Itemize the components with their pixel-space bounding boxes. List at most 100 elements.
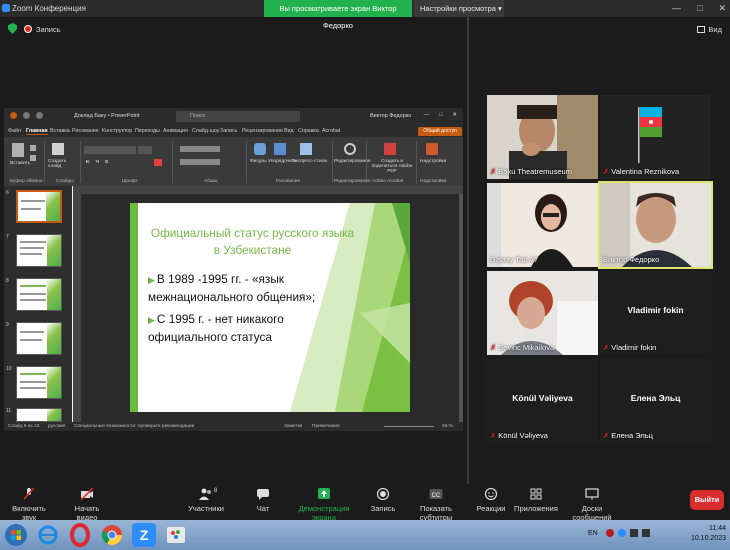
undo-icon[interactable] [36,112,43,119]
apps-button[interactable]: Приложения [514,488,558,513]
paste-icon[interactable] [12,143,24,157]
chrome-icon[interactable] [100,523,124,547]
tray-app-icon[interactable] [606,529,614,537]
view-settings-button[interactable]: Настройки просмотра ▾ [414,0,504,17]
close-button[interactable]: ✕ [718,3,726,14]
shapes-label[interactable]: Фигуры [250,159,267,164]
window-controls: — □ ✕ [672,3,726,14]
slide-thumbnail[interactable] [16,322,62,355]
tab-record[interactable]: Запись [220,128,237,134]
editor-scrollbar[interactable] [459,194,463,422]
ppt-minimize-icon[interactable]: — [424,112,430,118]
copy-icon[interactable] [30,155,36,161]
recording-label[interactable]: Запись [36,25,61,34]
ppt-share-button[interactable]: Общий доступ [418,127,462,136]
participant-tile-active-speaker[interactable]: Виктор Федорко [598,181,713,269]
show-captions-button[interactable]: CC Показать субтитры [406,488,466,522]
tab-view[interactable]: Вид [284,128,294,134]
slide-thumbnail[interactable] [16,278,62,311]
font-family-select[interactable] [84,146,136,154]
accessibility-status[interactable]: Специальные возможности: проверьте реком… [74,424,194,429]
acrobat-pdf-icon[interactable] [384,143,396,155]
tab-draw[interactable]: Рисование [72,128,99,134]
tab-insert[interactable]: Вставка [50,128,70,134]
ppt-search-box[interactable]: Поиск [176,111,300,122]
tab-help[interactable]: Справка [298,128,319,134]
slide-thumbnail[interactable] [16,408,62,422]
ppt-maximize-icon[interactable]: □ [439,112,442,118]
slide-thumbnail[interactable] [16,366,62,399]
view-button[interactable]: Вид [697,25,722,34]
opera-icon[interactable] [68,523,92,547]
slide-body[interactable]: ▶ В 1989 -1995 гг. - «язык межнационально… [148,271,348,351]
tab-file[interactable]: Файл [8,128,21,134]
start-video-button[interactable]: Начать видео [64,488,110,522]
internet-explorer-icon[interactable] [36,523,60,547]
paste-label[interactable]: Вставить [10,161,30,166]
current-slide[interactable]: Официальный статус русского языка в Узбе… [130,203,410,412]
participant-tile[interactable]: ✗ Sevinc Mikailova [487,271,598,355]
tray-zoom-icon[interactable] [618,529,626,537]
paragraph-controls[interactable] [180,146,220,152]
notes-button[interactable]: Заметки [284,424,302,429]
input-language[interactable]: EN [588,530,598,537]
tab-transitions[interactable]: Переходы [135,128,160,134]
font-style-buttons[interactable]: KЧS [86,160,114,165]
alignment-controls[interactable] [180,159,220,165]
slide-title[interactable]: Официальный статус русского языка в Узбе… [150,225,355,259]
save-icon[interactable] [23,112,30,119]
arrange-icon[interactable] [274,143,286,155]
chat-button[interactable]: Чат [252,488,274,513]
participants-button[interactable]: Участники 8 [186,488,226,513]
tab-home[interactable]: Главная [26,128,48,135]
addins-icon[interactable] [426,143,438,155]
slide-thumbnails-pane[interactable]: 6 7 8 9 10 11 [4,186,72,422]
tray-network-icon[interactable] [630,529,638,537]
security-shield-icon[interactable] [8,23,17,34]
ppt-close-icon[interactable]: ✕ [452,112,457,118]
find-icon[interactable] [344,143,356,155]
tray-volume-icon[interactable] [642,529,650,537]
system-clock[interactable]: 11:44 10.10.2023 [691,524,726,544]
shapes-icon[interactable] [254,143,266,155]
participant-tile[interactable]: Könül Vəliyeva ✗ Könül Vəliyeva [487,359,598,443]
participant-tile[interactable]: Елена Эльц ✗ Елена Эльц [600,359,711,443]
acrobat-label[interactable]: Создать и поделиться Adobe PDF [370,159,414,174]
cut-icon[interactable] [30,145,36,151]
whiteboards-button[interactable]: Доски сообщений [562,488,622,522]
maximize-button[interactable]: □ [697,3,702,14]
minimize-button[interactable]: — [672,3,681,14]
slide-thumbnail[interactable] [16,234,62,267]
zoom-slider[interactable] [384,426,434,427]
font-color-icon[interactable] [154,159,162,166]
quick-styles-label[interactable]: Экспресс-стили [292,159,330,164]
font-size-select[interactable] [138,146,152,154]
share-screen-button[interactable]: Демонстрация экрана [290,488,358,522]
split-divider[interactable] [467,17,469,484]
zoom-level[interactable]: 65 % [442,424,453,429]
language-status[interactable]: русский [48,424,65,429]
start-button-icon[interactable] [4,523,28,547]
participant-tile[interactable]: ✗ Baku Theatremuseum [487,95,598,179]
quick-styles-icon[interactable] [300,143,312,155]
bullet-arrow-icon: ▶ [148,275,155,285]
new-slide-label[interactable]: Создать слайд [48,159,74,169]
new-slide-icon[interactable] [52,143,64,155]
tab-acrobat[interactable]: Acrobat [322,128,340,134]
participant-tile[interactable]: Vladimir fokin ✗ Vladimir fokin [600,271,711,355]
tab-animation[interactable]: Анимация [163,128,188,134]
paint-app-icon[interactable] [164,523,188,547]
tab-slideshow[interactable]: Слайд-шоу [192,128,219,134]
tab-design[interactable]: Конструктор [102,128,132,134]
zoom-app-icon[interactable]: Z [132,523,156,547]
participant-tile[interactable]: Galaxy Tab A7 [487,183,598,267]
unmute-button[interactable]: Включить звук [4,488,54,522]
comments-button[interactable]: Примечания [312,424,340,429]
slide-thumbnail[interactable] [16,190,62,223]
reactions-button[interactable]: Реакции [476,488,506,513]
participant-tile[interactable]: ✗ Valentina Reznikova [600,95,711,179]
record-button[interactable]: Запись [370,488,396,513]
tab-review[interactable]: Рецензирование [242,128,283,134]
leave-meeting-button[interactable]: Выйти [690,490,724,510]
addins-label[interactable]: Надстройки [420,159,446,164]
